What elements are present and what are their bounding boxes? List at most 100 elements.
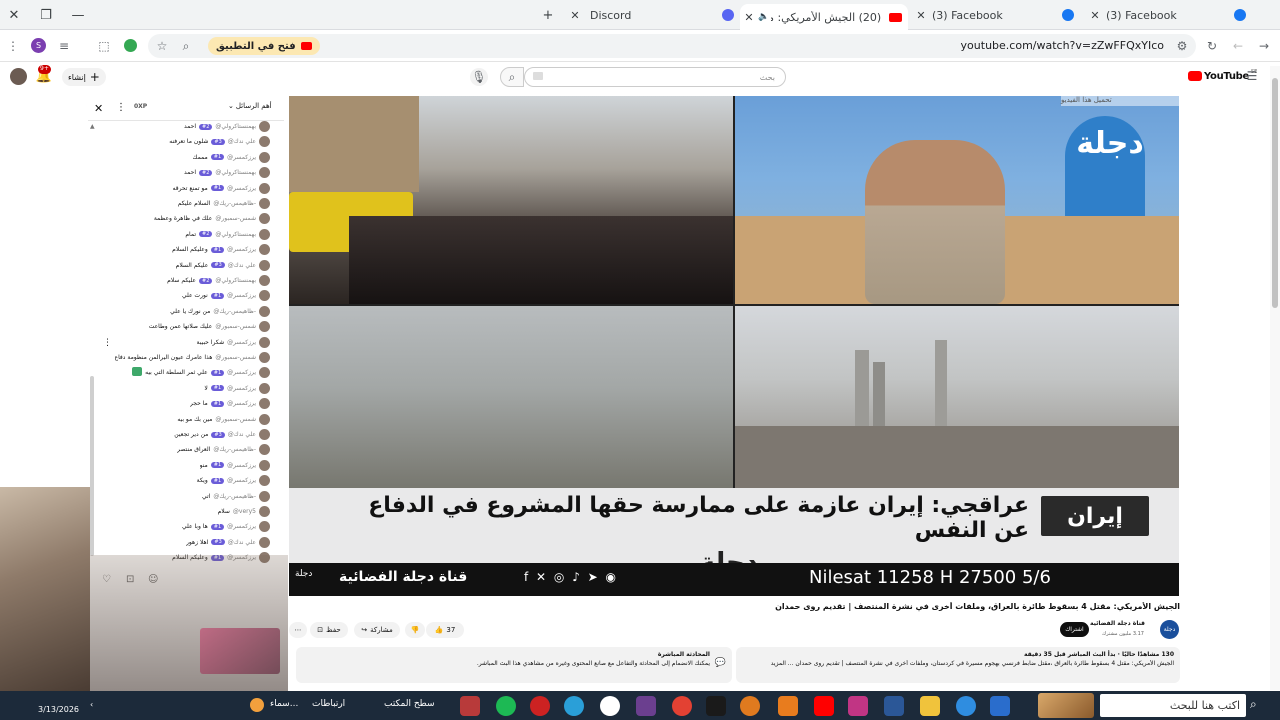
chat-author[interactable]: @يرزكمسر [227, 462, 256, 469]
chat-author[interactable]: @شمس-سمبور [215, 215, 256, 222]
chat-message[interactable]: @بهمنستاكرولي #2 تمام [88, 227, 278, 242]
chat-avatar[interactable] [259, 321, 270, 333]
chat-avatar[interactable] [259, 459, 270, 471]
tab-youtube-active[interactable]: ✕ 🔈 (20) الجيش الأمريكي: مقتل [740, 4, 908, 30]
chat-author[interactable]: @علي ندك [228, 262, 256, 269]
page-scrollbar[interactable] [1270, 66, 1280, 690]
chat-author[interactable]: @علي ندك [228, 431, 256, 438]
chatgpt-icon[interactable] [600, 696, 620, 716]
chat-message[interactable]: @يرزكمسر #1 مو تمنع تحرقه [88, 181, 278, 196]
app-icon[interactable] [884, 696, 904, 716]
chat-message[interactable]: @بهمنستاكرولي #2 احمد [88, 165, 278, 180]
chat-avatar[interactable] [259, 444, 270, 456]
chat-avatar[interactable] [259, 259, 270, 271]
close-tab-icon[interactable]: ✕ [740, 11, 758, 24]
chat-avatar[interactable] [259, 275, 270, 286]
chat-scrollbar[interactable] [90, 376, 94, 556]
chat-message[interactable]: @علي ندك #3 اهلا زهور [88, 535, 278, 550]
chat-author[interactable]: @شمس-سمبور [215, 416, 256, 423]
tab-facebook-2[interactable]: ✕ (3) Facebook [1086, 4, 1254, 26]
audio-playing-icon[interactable]: 🔈 [758, 12, 769, 22]
restore-window-icon[interactable]: ❐ [32, 4, 60, 26]
chat-message[interactable]: @يرزكمسر#1وعليكم السلام [88, 242, 278, 257]
url-text[interactable]: youtube.com/watch?v=zZwFFQxYIco [961, 39, 1164, 52]
spotify-icon[interactable] [496, 696, 516, 716]
chat-avatar[interactable] [259, 167, 270, 179]
chat-avatar[interactable] [259, 413, 270, 425]
chat-avatar[interactable] [259, 367, 270, 379]
tray-chevron-icon[interactable]: ‹ [90, 700, 93, 709]
chat-message[interactable]: @ظاهيمس-ريك- السلام عليكم [88, 196, 278, 211]
back-icon[interactable]: → [1256, 38, 1272, 54]
chat-message[interactable]: @شمس-سمبور هذا عامرك عيون اليرالمن منظومة… [88, 350, 278, 365]
site-settings-icon[interactable]: ⚙ [1174, 38, 1190, 54]
app-icon[interactable] [530, 696, 550, 716]
chat-author[interactable]: @بهمنستاكرولي [215, 277, 256, 284]
chat-author[interactable]: @ظاهيمس-ريك- [213, 308, 256, 315]
chat-message[interactable]: @ظاهيمس-ريك- العراق منتصر [88, 442, 278, 457]
chat-author[interactable]: @بهمنستاكرولي [215, 123, 256, 130]
app-icon[interactable] [740, 696, 760, 716]
chat-message[interactable]: @يرزكمسر #1 نورت علي [88, 288, 278, 303]
chat-avatar[interactable] [259, 536, 270, 548]
chat-avatar[interactable] [259, 198, 270, 209]
youtube-icon[interactable] [814, 696, 834, 716]
chat-message[interactable]: @very5 سلام [88, 504, 278, 519]
chat-avatar[interactable] [259, 475, 270, 487]
forward-icon[interactable]: ← [1230, 38, 1246, 54]
more-actions-button[interactable]: ⋯ [289, 622, 307, 638]
chat-author[interactable]: @يرزكمسر [227, 369, 256, 376]
app-icon[interactable] [706, 696, 726, 716]
chat-author[interactable]: @علي ندك [228, 539, 256, 546]
top-chat-dropdown[interactable]: ⌄ أهم الرسائل [228, 102, 272, 110]
chat-avatar[interactable] [259, 305, 270, 317]
chat-avatar[interactable] [259, 490, 270, 502]
chat-author[interactable]: @يرزكمسر [227, 400, 256, 407]
chat-author[interactable]: @ظاهيمس-ريك- [213, 493, 256, 500]
profile-avatar[interactable]: S [31, 38, 46, 53]
subscribe-button[interactable]: اشتراك [1060, 622, 1089, 637]
chat-avatar[interactable] [259, 121, 270, 132]
search-input[interactable]: بحث [524, 67, 786, 87]
chat-message[interactable]: @بهمنستاكرولي #2 عليكم سلام [88, 273, 278, 288]
message-more-icon[interactable]: ⋮ [103, 338, 112, 348]
chat-message[interactable]: @ظاهيمس-ريك- اتي [88, 489, 278, 504]
chat-menu-icon[interactable]: ⋮ [116, 102, 126, 114]
share-button[interactable]: ↪ مشاركة [354, 622, 400, 638]
hamburger-menu-icon[interactable]: ☰ [1246, 69, 1258, 83]
like-button[interactable]: 👍 37 [426, 622, 464, 638]
chat-message[interactable]: @شمس-سمبور علك في ظاهرة وعظمة [88, 211, 278, 226]
new-tab-button[interactable]: + [534, 4, 562, 26]
extensions-icon[interactable]: ⬚ [96, 38, 112, 54]
chat-message[interactable]: @علي ندك #3 من دير تجعين [88, 427, 278, 442]
chat-author[interactable]: @يرزكمسر [227, 246, 256, 253]
chat-avatar[interactable] [259, 506, 270, 517]
microphone-icon[interactable]: 🎙 [470, 68, 488, 86]
tab-discord[interactable]: ✕ Discord [566, 4, 740, 26]
channel-name[interactable]: قناة دجلة الفضائية [1090, 620, 1145, 627]
chat-avatar[interactable] [259, 136, 270, 148]
edge-icon[interactable] [956, 696, 976, 716]
chat-message[interactable]: @شمس-سمبور مين بك مو بيه [88, 412, 278, 427]
chat-author[interactable]: @بهمنستاكرولي [215, 231, 256, 238]
chat-message[interactable]: @يرزكمسر #1 ها وبا علي [88, 519, 278, 534]
menu-kebab-icon[interactable]: ⋮ [6, 38, 20, 54]
chat-author[interactable]: @يرزكمسر [227, 523, 256, 530]
chat-message[interactable]: @يرزكمسر #1 علي ثمر السلطة التي بيه [88, 365, 278, 380]
close-tab-icon[interactable]: ✕ [1086, 9, 1104, 22]
chat-message[interactable]: @يرزكمسر #1 لا [88, 381, 278, 396]
chat-avatar[interactable] [259, 290, 270, 302]
dislike-button[interactable]: 👎 [405, 622, 425, 638]
chat-message[interactable]: @يرزكمسر #1 مممك [88, 150, 278, 165]
chat-message[interactable]: @شمس-سمبور عليك صلاتها عمن وطاعت [88, 319, 278, 334]
close-tab-icon[interactable]: ✕ [566, 9, 584, 22]
desktop-toolbar[interactable]: سطح المكتب [384, 699, 435, 709]
account-avatar[interactable] [10, 68, 27, 85]
chat-message[interactable]: @يرزكمسر #1 ما حجر [88, 396, 278, 411]
taskbar-search-icon[interactable]: ⌕ [1250, 697, 1257, 712]
chat-message[interactable]: @ظاهيمس-ريك- من نورك يا علي [88, 304, 278, 319]
chat-avatar[interactable] [259, 521, 270, 533]
video-description[interactable]: 130 مشاهدًا حاليًا · بدأ البث المباشر قب… [736, 647, 1180, 683]
bookmark-star-icon[interactable]: ☆ [154, 38, 170, 54]
search-icon[interactable]: ⌕ [500, 67, 524, 87]
